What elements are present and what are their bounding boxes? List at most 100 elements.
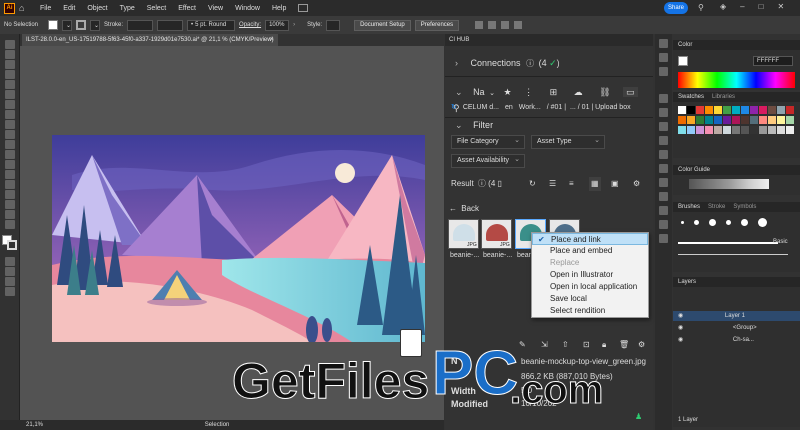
opacity-input[interactable]: 100%	[265, 19, 290, 31]
sort-icon[interactable]: ⌄	[489, 90, 495, 97]
cloud-icon[interactable]: ☁	[574, 87, 583, 97]
brush-line[interactable]	[678, 242, 778, 244]
swatch[interactable]	[759, 106, 767, 114]
selection-tool-icon[interactable]	[5, 40, 15, 49]
graphic-styles-icon[interactable]	[659, 150, 668, 159]
delete-icon[interactable]: 🗑︎	[619, 339, 629, 351]
transform-panel-icon[interactable]	[659, 192, 668, 201]
eye-icon[interactable]: ◉	[678, 337, 683, 343]
menu-select-rendition[interactable]: Select rendition	[532, 305, 648, 317]
fill-dropdown[interactable]: ⌄	[62, 19, 73, 31]
breadcrumb-5[interactable]: ... / 01 | Upload box	[570, 104, 631, 111]
connections-chevron-icon[interactable]: ›	[455, 58, 458, 68]
type-tool-icon[interactable]	[5, 100, 15, 109]
align-right-icon[interactable]	[501, 21, 510, 29]
panel-settings-icon[interactable]: ▣	[611, 177, 619, 191]
swatch[interactable]	[732, 106, 740, 114]
swatch[interactable]	[705, 116, 713, 124]
direct-selection-tool-icon[interactable]	[5, 50, 15, 59]
filter-chevron-icon[interactable]: ⌄	[455, 120, 463, 130]
hex-input[interactable]: FFFFFF	[753, 56, 793, 66]
layer-row[interactable]: ◉ Ch-sa...	[673, 335, 800, 345]
menu-place-and-link[interactable]: ✔ Place and link	[532, 233, 648, 245]
artboard-tool-icon[interactable]	[5, 220, 15, 229]
link-icon[interactable]: ⛓	[599, 87, 610, 97]
swatch[interactable]	[777, 106, 785, 114]
shapes-icon[interactable]: ◈	[720, 2, 726, 11]
swatch[interactable]	[696, 106, 704, 114]
info-icon[interactable]: ⓘ	[526, 59, 534, 68]
swatch[interactable]	[696, 126, 704, 134]
settings-icon[interactable]: ⚙	[638, 339, 645, 351]
grid-view-icon[interactable]: ▦	[589, 177, 601, 191]
swatch-grid[interactable]	[678, 106, 796, 154]
menu-edit[interactable]: Edit	[57, 5, 81, 12]
eye-icon[interactable]: ◉	[678, 313, 683, 319]
swatches-tab[interactable]: Swatches	[678, 94, 704, 100]
libraries-tab[interactable]: Libraries	[712, 94, 735, 100]
symbols-tab[interactable]: Symbols	[733, 204, 756, 210]
folder-icon[interactable]: ▭	[623, 87, 638, 97]
swatch[interactable]	[714, 106, 722, 114]
swatch[interactable]	[723, 106, 731, 114]
swatch[interactable]	[687, 126, 695, 134]
menu-open-in-illustrator[interactable]: Open in Illustrator	[532, 269, 648, 281]
brush-tool-icon[interactable]	[5, 90, 15, 99]
breadcrumb-1[interactable]: CELUM d...	[463, 104, 499, 111]
filter-row[interactable]: ⌄ Filter	[445, 118, 653, 132]
close-tab-icon[interactable]: ✕	[269, 34, 274, 46]
fill-swatch[interactable]	[48, 20, 59, 30]
swatch[interactable]	[678, 126, 686, 134]
arrange-icon[interactable]	[298, 4, 309, 12]
swatch[interactable]	[786, 126, 794, 134]
stroke-weight-input[interactable]	[127, 19, 154, 31]
appearance-icon[interactable]	[659, 164, 668, 173]
menu-file[interactable]: File	[34, 5, 57, 12]
swatch[interactable]	[678, 106, 686, 114]
swatch[interactable]	[768, 116, 776, 124]
menu-view[interactable]: View	[202, 5, 229, 12]
zoom-level[interactable]: 21,1%	[26, 422, 43, 428]
swatch[interactable]	[714, 126, 722, 134]
menu-open-in-local-application[interactable]: Open in local application	[532, 281, 648, 293]
stroke-swatch[interactable]	[76, 20, 87, 30]
hand-tool-icon[interactable]	[5, 200, 15, 209]
layers-icon[interactable]	[659, 53, 668, 62]
more-tools-icon[interactable]	[5, 287, 15, 296]
swatch[interactable]	[759, 116, 767, 124]
share-button[interactable]: Share	[664, 2, 688, 14]
menu-type[interactable]: Type	[114, 5, 141, 12]
swatch[interactable]	[687, 116, 695, 124]
swatch[interactable]	[723, 116, 731, 124]
swatches-icon[interactable]	[659, 108, 668, 117]
reload-icon[interactable]: ↻	[529, 177, 536, 191]
scale-tool-icon[interactable]	[5, 130, 15, 139]
gear-icon[interactable]: ⚙	[633, 177, 640, 191]
draw-mode-icon[interactable]	[5, 267, 15, 276]
color-icon[interactable]	[659, 94, 668, 103]
menu-window[interactable]: Window	[229, 5, 266, 12]
stroke-dropdown[interactable]: ⌄	[90, 19, 101, 31]
gradient-tool-icon[interactable]	[5, 170, 15, 179]
transform-icon[interactable]	[514, 21, 523, 29]
swatch[interactable]	[777, 116, 785, 124]
favorite-icon[interactable]: ★	[503, 87, 511, 97]
swatch[interactable]	[741, 116, 749, 124]
swatch[interactable]	[741, 106, 749, 114]
transparency-icon[interactable]	[659, 234, 668, 243]
stroke-tab[interactable]: Stroke	[708, 204, 725, 210]
layers-title[interactable]: Layers	[673, 277, 800, 287]
close-icon[interactable]: ✕	[777, 2, 784, 11]
variable-width-dropdown[interactable]	[157, 19, 184, 31]
color-mode-icon[interactable]	[5, 257, 15, 266]
document-tab[interactable]: ILST-28.0.0-en_US-17519788-5f63-45f0-a33…	[22, 34, 278, 46]
screen-mode-icon[interactable]	[5, 277, 15, 286]
symbols-icon[interactable]	[659, 136, 668, 145]
file-category-dropdown[interactable]: File Category	[451, 135, 525, 149]
swatch[interactable]	[786, 116, 794, 124]
warp-tool-icon[interactable]	[5, 140, 15, 149]
menu-help[interactable]: Help	[266, 5, 292, 12]
breadcrumb-3[interactable]: Work...	[519, 104, 541, 111]
brush-dropdown[interactable]: • 5 pt. Round	[187, 19, 236, 31]
swatch[interactable]	[696, 116, 704, 124]
